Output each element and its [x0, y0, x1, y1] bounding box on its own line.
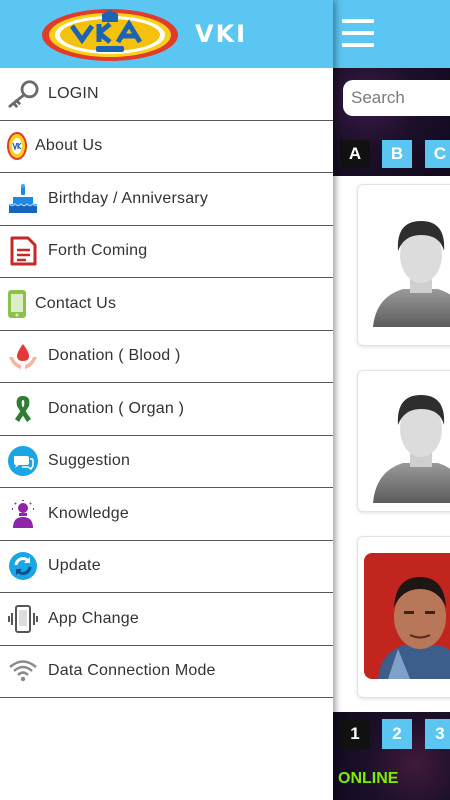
menu-label: Forth Coming: [48, 242, 148, 260]
alphabet-filter-b[interactable]: B: [382, 140, 412, 168]
menu-item-birthday-anniversary[interactable]: Birthday / Anniversary: [0, 173, 333, 226]
menu-item-knowledge[interactable]: Knowledge: [0, 488, 333, 541]
blood-drop-hands-icon: [7, 340, 39, 372]
key-icon: [7, 78, 39, 110]
menu-item-app-change[interactable]: App Change: [0, 593, 333, 646]
avatar-placeholder-icon: [373, 221, 450, 327]
mobile-vibrate-icon: [7, 603, 39, 635]
search-placeholder: Search: [351, 88, 405, 107]
connection-status: ONLINE: [338, 770, 399, 787]
alphabet-filter-a[interactable]: A: [340, 140, 370, 168]
menu-item-data-connection-mode[interactable]: Data Connection Mode: [0, 646, 333, 698]
menu-label: App Change: [48, 609, 139, 627]
ribbon-icon: [7, 393, 39, 425]
menu-label: LOGIN: [48, 84, 99, 102]
menu-item-update[interactable]: Update: [0, 541, 333, 593]
menu-item-contact-us[interactable]: Contact Us: [0, 278, 333, 331]
menu-label: About Us: [35, 137, 103, 155]
search-input[interactable]: Search: [343, 80, 450, 116]
phone-icon: [7, 288, 27, 320]
about-logo-icon: [7, 130, 27, 162]
menu-item-forth-coming[interactable]: Forth Coming: [0, 226, 333, 278]
menu-label: Knowledge: [48, 504, 129, 522]
member-card[interactable]: [357, 184, 450, 346]
menu-label: Donation ( Blood ): [48, 347, 181, 365]
menu-label: Data Connection Mode: [48, 662, 216, 680]
menu-label: Birthday / Anniversary: [48, 189, 209, 207]
member-card[interactable]: [357, 370, 450, 512]
page-button-1[interactable]: 1: [340, 719, 370, 749]
menu-item-donation-blood[interactable]: Donation ( Blood ): [0, 331, 333, 383]
menu-item-donation-organ[interactable]: Donation ( Organ ): [0, 383, 333, 436]
alphabet-filter-c[interactable]: C: [425, 140, 450, 168]
brand-name: VKI: [195, 20, 248, 48]
menu-item-suggestion[interactable]: Suggestion: [0, 436, 333, 488]
drawer-header: VKI: [0, 0, 333, 68]
chat-bubbles-icon: [7, 445, 39, 477]
member-photo: [364, 553, 450, 679]
menu-label: Update: [48, 557, 101, 575]
member-card[interactable]: [357, 536, 450, 698]
menu-label: Suggestion: [48, 452, 131, 470]
avatar-placeholder-icon: [373, 395, 450, 503]
cake-icon: [7, 183, 39, 215]
page-button-2[interactable]: 2: [382, 719, 412, 749]
document-icon: [7, 235, 39, 267]
vka-logo: [42, 9, 178, 61]
wifi-icon: [7, 655, 39, 687]
menu-item-login[interactable]: LOGIN: [0, 68, 333, 121]
navigation-drawer: VKI LOGIN About Us Birthday / Anniversar…: [0, 0, 333, 800]
refresh-icon: [7, 550, 39, 582]
menu-item-about-us[interactable]: About Us: [0, 121, 333, 173]
page-button-3[interactable]: 3: [425, 719, 450, 749]
menu-label: Donation ( Organ ): [48, 399, 185, 417]
idea-person-icon: [7, 498, 39, 530]
menu-icon[interactable]: [342, 19, 374, 47]
menu-label: Contact Us: [35, 294, 117, 312]
